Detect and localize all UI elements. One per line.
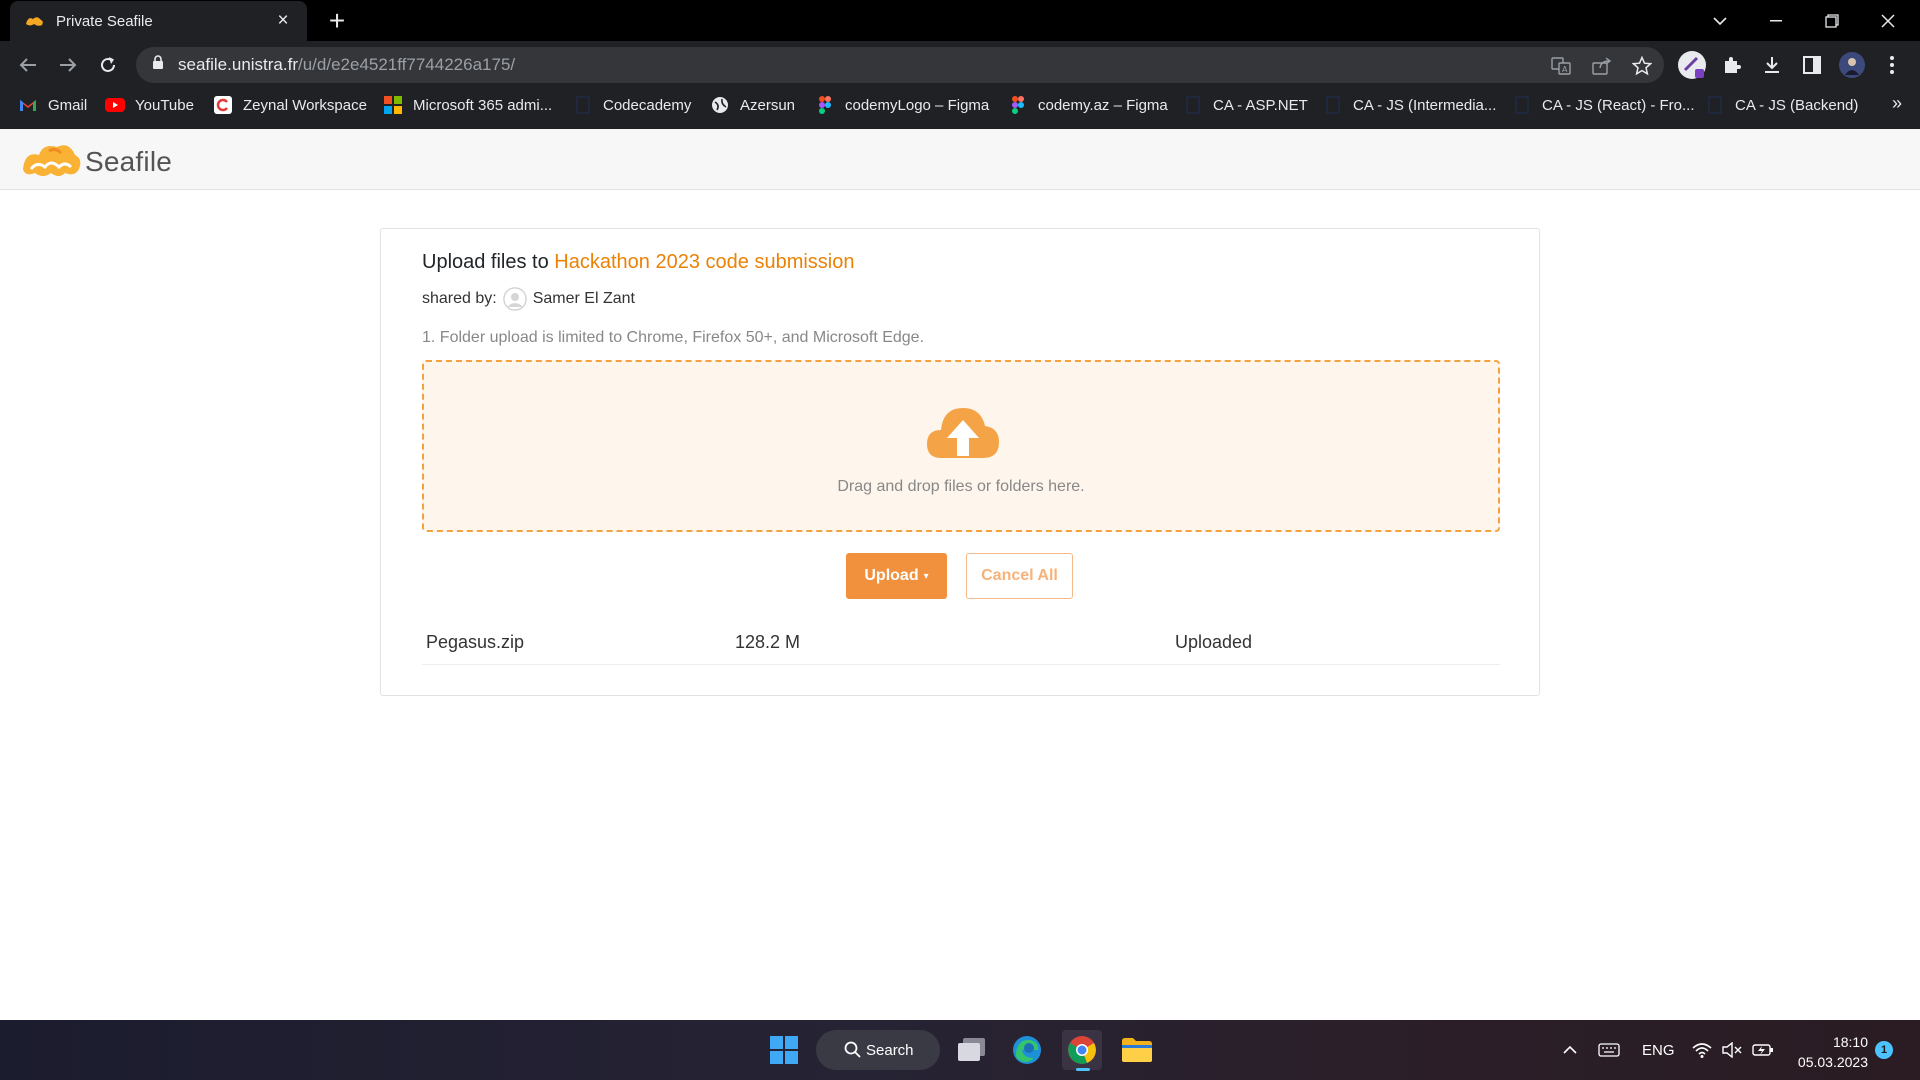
volume-muted-icon[interactable]: [1722, 1020, 1742, 1080]
drop-zone[interactable]: Drag and drop files or folders here.: [422, 360, 1500, 532]
bookmarks-overflow-icon[interactable]: »: [1892, 93, 1902, 114]
extensions-puzzle-icon[interactable]: [1716, 49, 1748, 81]
bookmark-codecademy[interactable]: Codecademy: [573, 89, 691, 121]
url-text: seafile.unistra.fr/u/d/e2e4521ff7744226a…: [178, 55, 516, 74]
clock-time: 18:10: [1832, 1034, 1868, 1050]
input-language[interactable]: ENG: [1642, 1020, 1675, 1080]
page-icon: [1512, 95, 1532, 115]
download-icon[interactable]: [1756, 49, 1788, 81]
battery-charging-icon[interactable]: [1752, 1020, 1774, 1080]
seafile-favicon-icon: [24, 12, 46, 30]
browser-tab[interactable]: Private Seafile ×: [10, 1, 307, 41]
workspace-icon: [213, 95, 233, 115]
bookmark-zeynal-workspace[interactable]: Zeynal Workspace: [213, 89, 367, 121]
bookmark-codemy-figma[interactable]: codemy.az – Figma: [1008, 89, 1168, 121]
caret-down-icon: ▾: [923, 570, 929, 582]
cloud-upload-icon: [925, 402, 1001, 465]
lock-icon[interactable]: [152, 55, 164, 75]
bookmark-ca-js-intermediate[interactable]: CA - JS (Intermedia...: [1323, 89, 1496, 121]
folder-upload-tip: 1. Folder upload is limited to Chrome, F…: [422, 329, 925, 346]
shared-by: shared by: Samer El Zant: [422, 287, 635, 311]
globe-icon: [710, 95, 730, 115]
figma-icon: [1008, 95, 1028, 115]
wifi-icon[interactable]: [1692, 1020, 1712, 1080]
shared-by-name: Samer El Zant: [532, 290, 635, 307]
tray-overflow-chevron-icon[interactable]: [1562, 1020, 1578, 1080]
tab-title: Private Seafile: [56, 12, 153, 30]
seafile-logo[interactable]: Seafile: [19, 139, 172, 184]
drop-zone-text: Drag and drop files or folders here.: [837, 478, 1085, 495]
page-icon: [1705, 95, 1725, 115]
clock-date: 05.03.2023: [1797, 1054, 1868, 1070]
bookmarks-bar: Gmail YouTube Zeynal Workspace Microsoft…: [0, 89, 1920, 129]
browser-toolbar: seafile.unistra.fr/u/d/e2e4521ff7744226a…: [0, 41, 1920, 89]
profile-avatar-icon[interactable]: [1836, 49, 1868, 81]
new-tab-button[interactable]: +: [324, 4, 350, 38]
address-bar[interactable]: seafile.unistra.fr/u/d/e2e4521ff7744226a…: [136, 47, 1664, 83]
share-icon[interactable]: [1591, 55, 1613, 77]
taskbar: Search ENG 18:10 05.03.2023: [0, 1020, 1920, 1080]
file-name: Pegasus.zip: [426, 632, 525, 652]
page-icon: [573, 95, 593, 115]
task-view-icon[interactable]: [952, 1030, 992, 1070]
taskbar-search[interactable]: Search: [816, 1030, 940, 1070]
browser-tab-strip: Private Seafile × +: [0, 0, 1920, 41]
tab-search-icon[interactable]: [1692, 0, 1748, 41]
gmail-icon: [18, 95, 38, 115]
forward-icon[interactable]: [52, 49, 84, 81]
minimize-icon[interactable]: [1748, 0, 1804, 41]
side-panel-icon[interactable]: [1796, 49, 1828, 81]
bookmark-ca-asp-net[interactable]: CA - ASP.NET: [1183, 89, 1308, 121]
page-icon: [1183, 95, 1203, 115]
file-status: Uploaded: [1175, 632, 1253, 652]
repo-name: Hackathon 2023 code submission: [554, 251, 855, 273]
bookmark-codemylogo-figma[interactable]: codemyLogo – Figma: [815, 89, 989, 121]
seafile-logo-icon: [19, 139, 83, 184]
avatar: [502, 287, 527, 311]
upload-panel: Upload files to Hackathon 2023 code subm…: [380, 228, 1540, 696]
bookmark-ca-js-react[interactable]: CA - JS (React) - Fro...: [1512, 89, 1695, 121]
keyboard-icon[interactable]: [1598, 1020, 1620, 1080]
upload-button[interactable]: Upload ▾: [846, 553, 947, 599]
bookmark-gmail[interactable]: Gmail: [18, 89, 87, 121]
active-app-indicator: [1076, 1068, 1090, 1071]
bookmark-ca-js-backend[interactable]: CA - JS (Backend): [1705, 89, 1858, 121]
tab-close-icon[interactable]: ×: [273, 10, 293, 32]
bookmark-azersun[interactable]: Azersun: [710, 89, 795, 121]
bookmark-star-icon[interactable]: [1631, 55, 1653, 77]
file-explorer-icon[interactable]: [1117, 1030, 1157, 1070]
edge-icon[interactable]: [1007, 1030, 1047, 1070]
page-icon: [1323, 95, 1343, 115]
seafile-logo-text: Seafile: [85, 145, 173, 177]
back-icon[interactable]: [12, 49, 44, 81]
taskbar-clock[interactable]: 18:10 05.03.2023: [1792, 1032, 1868, 1072]
notification-badge[interactable]: 1: [1875, 1041, 1893, 1059]
chrome-icon[interactable]: [1062, 1030, 1102, 1071]
close-window-icon[interactable]: [1860, 0, 1916, 41]
extension-avatar-icon[interactable]: [1676, 49, 1708, 81]
seafile-header: Seafile: [0, 129, 1920, 190]
translate-icon[interactable]: A: [1550, 55, 1572, 77]
table-row: Pegasus.zip 128.2 M Uploaded: [422, 622, 1500, 665]
svg-text:A: A: [1562, 65, 1568, 74]
microsoft-icon: [383, 95, 403, 115]
figma-icon: [815, 95, 835, 115]
cancel-all-button[interactable]: Cancel All: [966, 553, 1073, 599]
start-windows-icon[interactable]: [764, 1030, 804, 1070]
menu-kebab-icon[interactable]: [1876, 49, 1908, 81]
search-icon: [844, 1041, 861, 1062]
bookmark-youtube[interactable]: YouTube: [105, 89, 194, 121]
reload-icon[interactable]: [92, 49, 124, 81]
page-title: Upload files to Hackathon 2023 code subm…: [422, 251, 855, 273]
file-size: 128.2 M: [735, 632, 801, 652]
restore-icon[interactable]: [1804, 0, 1860, 41]
bookmark-microsoft-365[interactable]: Microsoft 365 admi...: [383, 89, 552, 121]
youtube-icon: [105, 95, 125, 115]
